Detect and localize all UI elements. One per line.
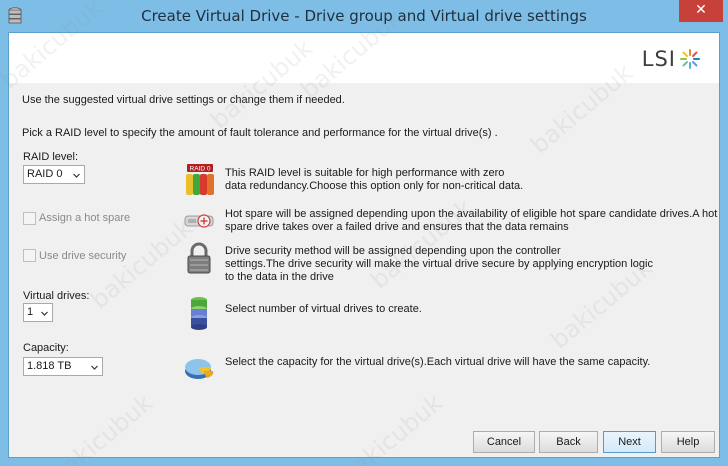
next-button[interactable]: Next [603,431,656,453]
raid-level-label: RAID level: [23,151,79,163]
raid-level-select[interactable]: RAID 0 [23,165,85,184]
drive-security-checkbox[interactable] [23,249,36,262]
logo-text: LSI [641,47,676,71]
lsi-star-icon [680,49,700,69]
header-banner: LSI [9,33,719,83]
help-button[interactable]: Help [661,431,715,453]
security-desc-line: to the data in the drive [225,271,334,283]
virtual-drives-description: Select number of virtual drives to creat… [225,303,422,315]
hot-spare-desc-line: Hot spare will be assigned depending upo… [225,208,718,220]
hot-spare-description: Hot spare will be assigned depending upo… [225,208,717,234]
capacity-pie-icon [185,359,214,379]
wizard-body: LSI Use the suggested virtual drive sett… [8,32,720,458]
wizard-window: Create Virtual Drive - Drive group and V… [0,0,728,466]
capacity-value: 1.818 TB [27,360,72,372]
lsi-logo: LSI [642,47,701,71]
raid0-icon: RAID 0 [186,164,214,195]
back-button[interactable]: Back [539,431,598,453]
virtual-drives-label: Virtual drives: [23,290,90,302]
virtual-drives-icon [191,297,207,330]
virtual-drives-value: 1 [27,306,34,318]
instruction-text: Pick a RAID level to specify the amount … [22,127,498,139]
hot-spare-label: Assign a hot spare [39,212,131,224]
drive-security-label: Use drive security [39,250,127,262]
security-desc-line: settings.The drive security will make th… [225,258,653,270]
capacity-select[interactable]: 1.818 TB [23,357,103,376]
capacity-label: Capacity: [23,342,69,354]
virtual-drives-select[interactable]: 1 [23,303,53,322]
intro-text: Use the suggested virtual drive settings… [22,94,345,106]
close-button[interactable]: ✕ [679,0,723,22]
hot-spare-desc-line: spare drive takes over a failed drive an… [225,221,569,233]
title-bar[interactable]: Create Virtual Drive - Drive group and V… [0,0,728,32]
hot-spare-checkbox[interactable] [23,212,36,225]
raid-description: This RAID level is suitable for high per… [225,167,523,193]
window-title: Create Virtual Drive - Drive group and V… [141,7,587,25]
capacity-description: Select the capacity for the virtual driv… [225,356,651,368]
security-desc-line: Drive security method will be assigned d… [225,245,561,257]
chevron-down-icon [91,365,98,370]
chevron-down-icon [73,173,80,178]
hot-spare-icon [184,214,214,228]
padlock-icon [187,242,211,274]
raid0-badge: RAID 0 [190,166,211,173]
raid-desc-line: data redundancy.Choose this option only … [225,180,524,192]
raid-level-value: RAID 0 [27,168,63,180]
cancel-button[interactable]: Cancel [473,431,535,453]
drive-security-description: Drive security method will be assigned d… [225,245,653,284]
chevron-down-icon [41,311,48,316]
raid-desc-line: This RAID level is suitable for high per… [225,167,505,179]
